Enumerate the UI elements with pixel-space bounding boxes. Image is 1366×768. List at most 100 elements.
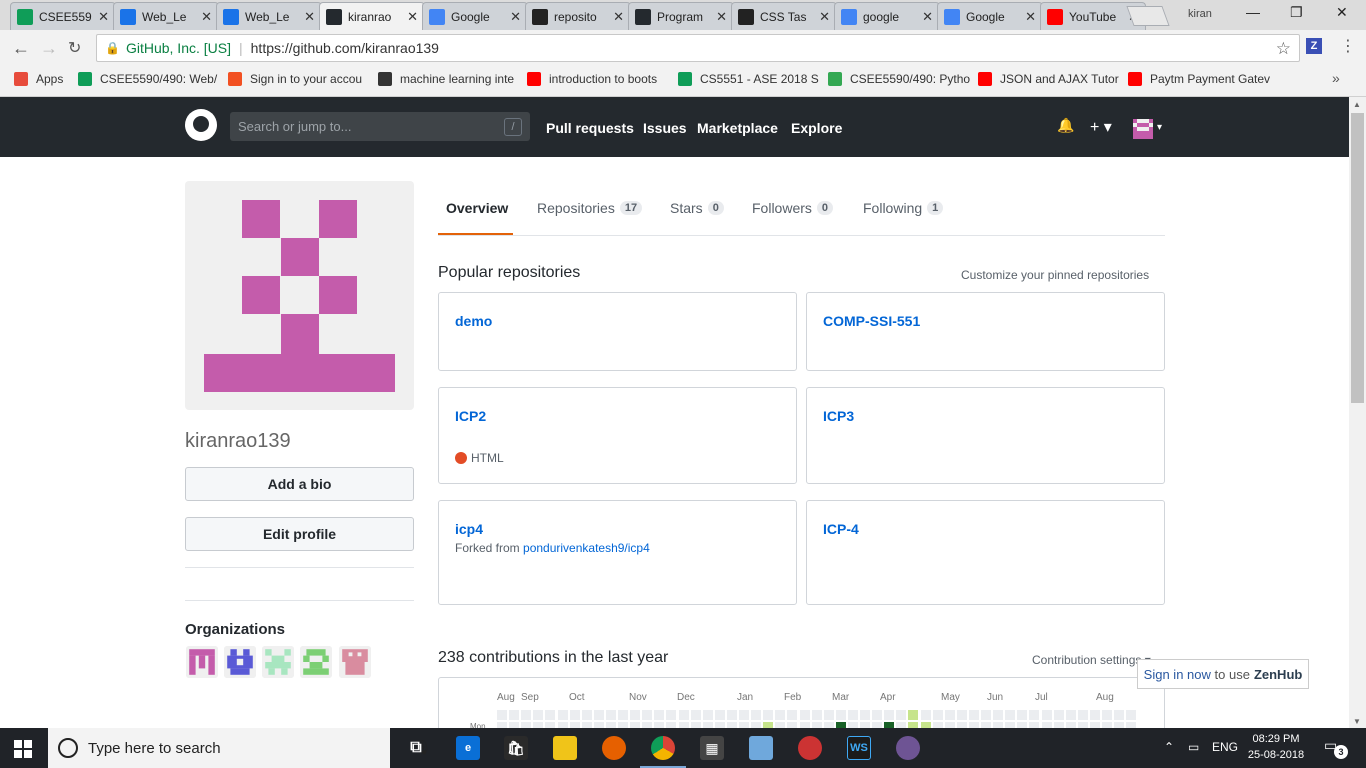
contribution-day[interactable] [896,710,907,720]
zenhub-signin-link[interactable]: Sign in now [1144,667,1211,682]
organization-avatar[interactable] [224,646,256,678]
browser-tab[interactable]: CSEE559 ✕ [10,2,116,30]
zenhub-extension-icon[interactable]: Z [1306,38,1322,54]
user-menu-caret-icon[interactable]: ▾ [1157,122,1162,133]
taskbar-search-input[interactable]: Type here to search 🎙 [48,728,432,768]
webstorm-icon[interactable]: WS [847,736,871,760]
system-clock[interactable]: 08:29 PM 25-08-2018 [1236,731,1316,763]
contribution-day[interactable] [968,710,979,720]
firefox-icon[interactable] [602,736,626,760]
scroll-down-icon[interactable]: ▼ [1353,717,1361,726]
store-icon[interactable]: 🛍 [504,736,528,760]
zenhub-signin-banner[interactable]: Sign in now to use ZenHub [1137,659,1309,689]
repo-link[interactable]: ICP2 [455,408,486,424]
task-view-icon[interactable]: ⧉ [404,736,428,760]
bookmark-item[interactable]: Sign in to your accou [228,72,362,86]
contribution-day[interactable] [993,710,1004,720]
show-hidden-icons-icon[interactable]: ⌃ [1164,740,1174,754]
contribution-day[interactable] [630,710,641,720]
bookmark-item[interactable]: introduction to boots [527,72,657,86]
contribution-day[interactable] [714,710,725,720]
close-tab-icon[interactable]: ✕ [510,9,521,25]
nav-issues[interactable]: Issues [643,120,687,136]
bookmark-item[interactable]: CSEE5590/490: Pytho [828,72,970,86]
contribution-day[interactable] [860,710,870,720]
close-tab-icon[interactable]: ✕ [98,9,109,25]
contribution-day[interactable] [605,710,616,720]
contribution-day[interactable] [618,710,628,720]
close-tab-icon[interactable]: ✕ [819,9,830,25]
contribution-day[interactable] [1126,710,1137,720]
contribution-day[interactable] [1041,710,1052,720]
contribution-day[interactable] [763,710,774,720]
site-identity[interactable]: GitHub, Inc. [US] [126,40,231,56]
app-icon[interactable] [749,736,773,760]
github-desktop-icon[interactable] [896,736,920,760]
contribution-day[interactable] [884,710,895,720]
user-menu-avatar[interactable] [1133,119,1153,139]
contribution-day[interactable] [1114,710,1125,720]
tab-repositories[interactable]: Repositories 17 [537,200,643,216]
bookmark-star-icon[interactable]: ☆ [1276,39,1291,59]
url-text[interactable]: https://github.com/kiranrao139 [251,40,439,56]
address-bar[interactable]: 🔒 GitHub, Inc. [US] | https://github.com… [96,34,1300,62]
contribution-day[interactable] [775,710,786,720]
scroll-up-icon[interactable]: ▲ [1353,100,1361,109]
contribution-day[interactable] [811,710,822,720]
contribution-day[interactable] [944,710,955,720]
browser-tab[interactable]: kiranrao ✕ [319,2,425,30]
contribution-day[interactable] [787,710,798,720]
edge-icon[interactable]: e [456,736,480,760]
close-tab-icon[interactable]: ✕ [201,9,212,25]
notifications-bell-icon[interactable]: 🔔 [1057,117,1074,134]
contribution-day[interactable] [956,710,967,720]
customize-pins-link[interactable]: Customize your pinned repositories [961,268,1149,282]
contribution-day[interactable] [751,710,762,720]
contribution-day[interactable] [872,710,883,720]
contribution-day[interactable] [799,710,810,720]
contribution-day[interactable] [690,710,701,720]
browser-tab[interactable]: Web_Le ✕ [216,2,322,30]
contribution-day[interactable] [1089,710,1100,720]
nav-pull-requests[interactable]: Pull requests [546,120,634,136]
close-window-icon[interactable]: ✕ [1336,4,1348,21]
repo-link[interactable]: demo [455,313,492,329]
contribution-day[interactable] [920,710,931,720]
network-icon[interactable]: ▭ [1188,740,1199,754]
browser-profile-name[interactable]: kiran [1188,8,1212,20]
contribution-day[interactable] [1077,710,1088,720]
contribution-day[interactable] [847,710,858,720]
bookmark-apps[interactable]: Apps [14,72,63,86]
profile-avatar[interactable] [185,181,414,410]
repo-link[interactable]: COMP-SSI-551 [823,313,920,329]
contribution-day[interactable] [702,710,713,720]
contribution-day[interactable] [1017,710,1028,720]
contribution-settings-dropdown[interactable]: Contribution settings ▾ [1032,653,1151,667]
contribution-day[interactable] [678,710,689,720]
chrome-icon[interactable] [651,736,675,760]
calculator-icon[interactable]: ▦ [700,736,724,760]
bookmark-item[interactable]: CSEE5590/490: Web/ [78,72,217,86]
file-explorer-icon[interactable] [553,736,577,760]
bookmark-item[interactable]: JSON and AJAX Tutor [978,72,1119,86]
windows-start-icon[interactable] [14,740,32,758]
contribution-day[interactable] [835,710,846,720]
nav-explore[interactable]: Explore [791,120,842,136]
back-icon[interactable]: ← [12,38,30,59]
contribution-day[interactable] [1005,710,1016,720]
contribution-day[interactable] [654,710,665,720]
repo-link[interactable]: ICP-4 [823,521,859,537]
organization-avatar[interactable] [339,646,371,678]
forward-icon[interactable]: → [40,38,58,59]
contribution-day[interactable] [908,710,919,720]
nav-marketplace[interactable]: Marketplace [697,120,778,136]
input-language[interactable]: ENG [1212,740,1238,754]
add-bio-button[interactable]: Add a bio [185,467,414,501]
browser-tab[interactable]: reposito ✕ [525,2,631,30]
contribution-day[interactable] [642,710,653,720]
browser-tab[interactable]: google ✕ [834,2,940,30]
contribution-day[interactable] [593,710,604,720]
maximize-icon[interactable]: ❐ [1290,4,1303,21]
repo-link[interactable]: icp4 [455,521,483,537]
contribution-day[interactable] [557,710,568,720]
